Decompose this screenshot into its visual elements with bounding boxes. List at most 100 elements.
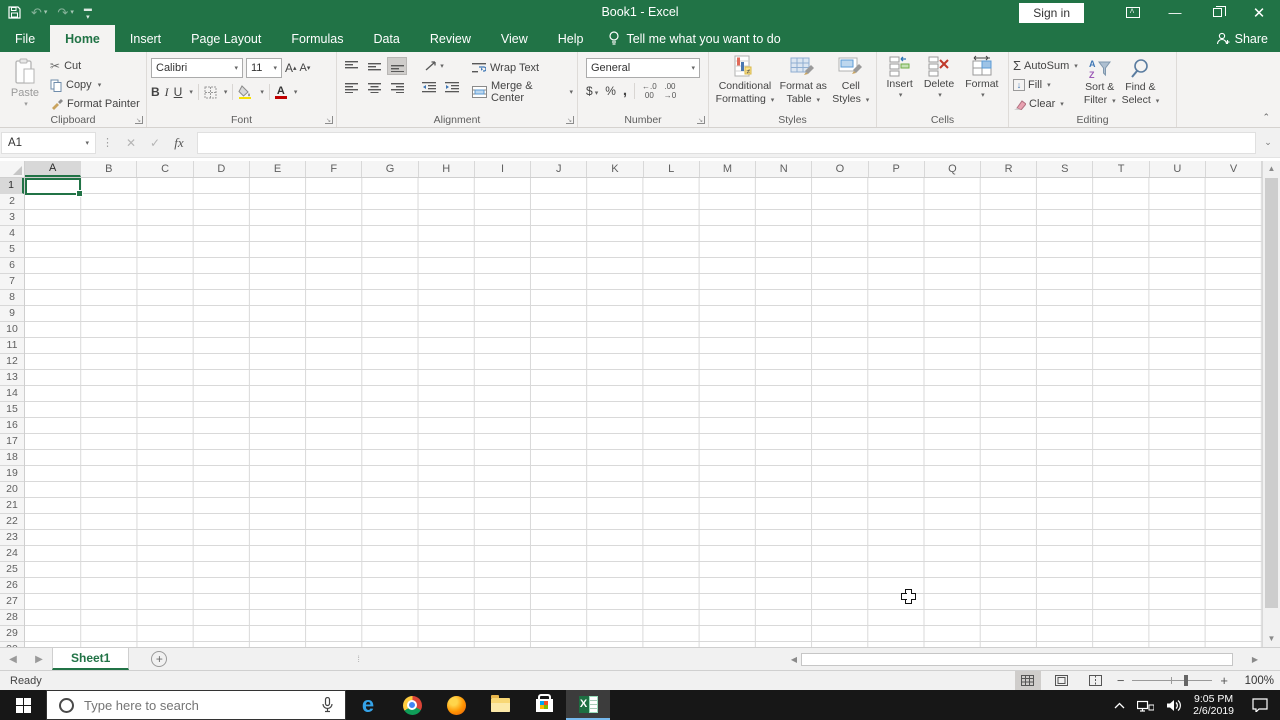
paste-button[interactable]: Paste ▾	[4, 56, 46, 113]
row-header-2[interactable]: 2	[0, 194, 24, 210]
fill-button[interactable]: ↓ Fill ▾	[1013, 76, 1078, 93]
column-header-h[interactable]: H	[419, 161, 475, 177]
top-align-icon[interactable]	[341, 57, 361, 75]
merge-center-button[interactable]: Merge & Center ▾	[472, 80, 573, 104]
increase-indent-icon[interactable]	[442, 78, 462, 96]
taskbar-app-excel[interactable]: X	[566, 690, 610, 720]
decrease-indent-icon[interactable]	[419, 78, 439, 96]
borders-dropdown[interactable]: ▾	[224, 88, 228, 96]
row-header-18[interactable]: 18	[0, 450, 24, 466]
column-header-u[interactable]: U	[1150, 161, 1206, 177]
column-header-s[interactable]: S	[1037, 161, 1094, 177]
row-header-25[interactable]: 25	[0, 562, 24, 578]
decrease-decimal-icon[interactable]: .00 →0	[664, 82, 676, 100]
row-header-13[interactable]: 13	[0, 370, 24, 386]
column-header-n[interactable]: N	[756, 161, 813, 177]
search-input[interactable]	[84, 697, 322, 713]
tab-view[interactable]: View	[486, 25, 543, 52]
tab-scrollbar-splitter[interactable]: ⁞	[357, 648, 361, 670]
cancel-icon[interactable]: ✕	[119, 136, 143, 150]
number-dialog-launcher[interactable]	[697, 116, 705, 124]
copy-button[interactable]: Copy ▾	[50, 76, 140, 95]
tell-me-box[interactable]: Tell me what you want to do	[608, 25, 781, 52]
sign-in-button[interactable]: Sign in	[1019, 2, 1084, 23]
row-header-26[interactable]: 26	[0, 578, 24, 594]
clipboard-dialog-launcher[interactable]	[135, 116, 143, 124]
row-header-19[interactable]: 19	[0, 466, 24, 482]
delete-cells-button[interactable]: Delete ▾	[924, 55, 954, 113]
row-header-15[interactable]: 15	[0, 402, 24, 418]
taskbar-app-edge[interactable]: e	[346, 690, 390, 720]
normal-view-icon[interactable]	[1014, 671, 1041, 690]
column-header-d[interactable]: D	[194, 161, 250, 177]
row-header-12[interactable]: 12	[0, 354, 24, 370]
column-header-i[interactable]: I	[475, 161, 532, 177]
font-name-select[interactable]: Calibri ▾	[151, 57, 243, 78]
selected-cell[interactable]	[25, 178, 84, 197]
hidden-icons-chevron[interactable]	[1114, 702, 1125, 709]
expand-formula-bar-icon[interactable]: ⌄	[1256, 137, 1280, 148]
column-header-j[interactable]: J	[531, 161, 588, 177]
horizontal-scroll-thumb[interactable]	[801, 653, 1233, 666]
taskbar-app-explorer[interactable]	[478, 690, 522, 720]
collapse-ribbon-icon[interactable]: ⌃	[1262, 112, 1270, 123]
column-header-t[interactable]: T	[1093, 161, 1150, 177]
formula-input[interactable]	[197, 131, 1256, 154]
comma-format-icon[interactable]: ,	[623, 83, 627, 98]
vertical-scrollbar[interactable]: ▲ ▼	[1262, 161, 1280, 647]
restore-button[interactable]	[1196, 0, 1238, 25]
volume-icon[interactable]	[1166, 699, 1182, 712]
underline-button[interactable]: U	[174, 85, 183, 99]
sheet-nav-left-icon[interactable]: ◀	[0, 648, 26, 670]
tab-page-layout[interactable]: Page Layout	[176, 25, 276, 52]
column-header-f[interactable]: F	[306, 161, 363, 177]
sort-filter-button[interactable]: AZ Sort & Filter ▾	[1084, 56, 1116, 113]
row-header-14[interactable]: 14	[0, 386, 24, 402]
tab-file[interactable]: File	[0, 25, 50, 52]
autosum-button[interactable]: Σ AutoSum ▾	[1013, 57, 1078, 74]
bold-button[interactable]: B	[151, 85, 160, 99]
zoom-in-icon[interactable]: +	[1220, 673, 1228, 688]
network-icon[interactable]	[1137, 699, 1155, 712]
cell-grid[interactable]	[25, 178, 1262, 647]
name-box-dropdown[interactable]: ▾	[85, 139, 89, 147]
new-sheet-button[interactable]: +	[151, 651, 168, 667]
font-size-select[interactable]: 11 ▾	[246, 57, 282, 78]
tab-formulas[interactable]: Formulas	[276, 25, 358, 52]
fill-color-icon[interactable]	[238, 85, 253, 99]
row-header-21[interactable]: 21	[0, 498, 24, 514]
ribbon-display-options-icon[interactable]	[1112, 0, 1154, 25]
taskbar-app-firefox[interactable]	[434, 690, 478, 720]
row-header-7[interactable]: 7	[0, 274, 24, 290]
row-header-17[interactable]: 17	[0, 434, 24, 450]
number-format-select[interactable]: General ▾	[586, 58, 700, 78]
start-button[interactable]	[0, 690, 46, 720]
bottom-align-icon[interactable]	[387, 57, 407, 75]
align-center-icon[interactable]	[364, 78, 384, 96]
vertical-scroll-thumb[interactable]	[1265, 178, 1278, 608]
row-header-5[interactable]: 5	[0, 242, 24, 258]
tab-home[interactable]: Home	[50, 25, 115, 52]
middle-align-icon[interactable]	[364, 57, 384, 75]
cell-styles-button[interactable]: Cell Styles ▾	[832, 55, 869, 113]
format-painter-button[interactable]: Format Painter	[50, 94, 140, 113]
wrap-text-button[interactable]: Wrap Text	[472, 57, 573, 78]
name-box[interactable]: A1 ▾	[1, 131, 96, 154]
percent-format-icon[interactable]: %	[605, 84, 616, 98]
row-header-11[interactable]: 11	[0, 338, 24, 354]
tab-insert[interactable]: Insert	[115, 25, 176, 52]
column-header-b[interactable]: B	[81, 161, 138, 177]
align-left-icon[interactable]	[341, 78, 361, 96]
column-header-q[interactable]: Q	[925, 161, 981, 177]
row-header-27[interactable]: 27	[0, 594, 24, 610]
row-header-3[interactable]: 3	[0, 210, 24, 226]
font-color-icon[interactable]: A	[274, 85, 287, 99]
zoom-slider[interactable]	[1132, 675, 1213, 686]
decrease-font-size-icon[interactable]: A ▾	[300, 62, 311, 74]
horizontal-scrollbar[interactable]: ◀ ▶	[787, 651, 1262, 668]
insert-function-icon[interactable]: fx	[167, 135, 191, 151]
find-select-button[interactable]: Find & Select ▾	[1122, 56, 1159, 113]
row-header-24[interactable]: 24	[0, 546, 24, 562]
sheet-tab-sheet1[interactable]: Sheet1	[52, 647, 130, 670]
minimize-button[interactable]: —	[1154, 0, 1196, 25]
